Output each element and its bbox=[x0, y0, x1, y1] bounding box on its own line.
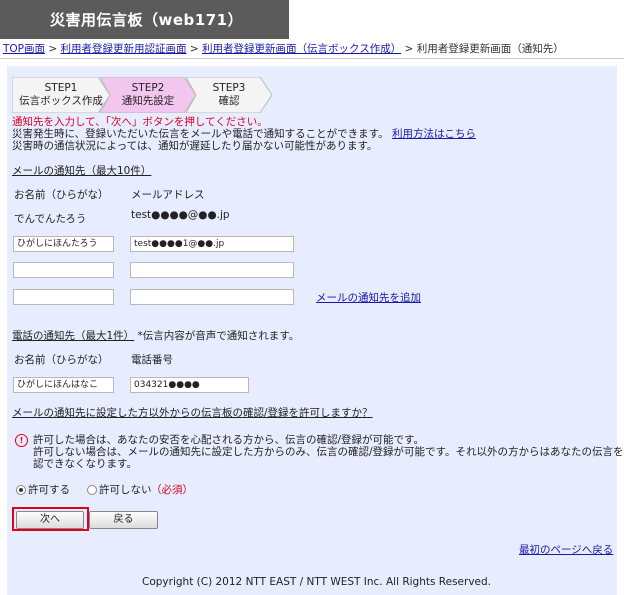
step-3-number: STEP3 bbox=[212, 82, 246, 94]
deny-radio[interactable] bbox=[87, 485, 97, 495]
breadcrumb-top-link[interactable]: TOP画面 bbox=[3, 43, 45, 55]
step-2-number: STEP2 bbox=[131, 82, 165, 94]
phone-name-column-header: お名前（ひらがな） bbox=[14, 354, 109, 366]
deny-radio-label[interactable]: 許可しない bbox=[99, 482, 152, 497]
app-header: 災害用伝言板（web171） bbox=[0, 0, 289, 39]
breadcrumb-separator: > bbox=[404, 43, 414, 55]
step-1: STEP1 伝言ボックス作成 bbox=[12, 77, 110, 113]
breadcrumb-separator: > bbox=[189, 43, 199, 55]
mail-example-address: test●●●●@●●.jp bbox=[131, 209, 230, 221]
required-mark: （必須） bbox=[151, 484, 193, 496]
step-3-label: 確認 bbox=[218, 95, 240, 107]
permission-info-3: 認できなくなります。 bbox=[33, 458, 137, 470]
step-1-label: 伝言ボックス作成 bbox=[19, 95, 103, 107]
mail-name-input-2[interactable] bbox=[13, 262, 114, 278]
breadcrumb-auth-link[interactable]: 利用者登録更新用認証画面 bbox=[61, 43, 187, 55]
phone-section-note: *伝言内容が音声で通知されます。 bbox=[137, 330, 300, 342]
step-3: STEP3 確認 bbox=[186, 77, 272, 113]
phone-section-title: 電話の通知先（最大1件） bbox=[12, 330, 135, 342]
step-indicator: STEP1 伝言ボックス作成 STEP2 通知先設定 STEP3 確認 bbox=[12, 77, 272, 113]
header-divider bbox=[0, 58, 624, 59]
phone-number-input[interactable]: 034321●●●● bbox=[130, 377, 249, 393]
permission-question: メールの通知先に設定した方以外からの伝言板の確認/登録を許可しますか？ bbox=[12, 407, 373, 419]
back-button[interactable]: 戻る bbox=[89, 511, 158, 529]
phone-name-input[interactable]: ひがしにほんはなこ bbox=[13, 377, 114, 393]
phone-section-header: 電話の通知先（最大1件） *伝言内容が音声で通知されます。 bbox=[12, 328, 299, 343]
mail-example-name: でんでんたろう bbox=[14, 213, 87, 225]
step-2-label: 通知先設定 bbox=[121, 95, 175, 107]
copyright-footer: Copyright (C) 2012 NTT EAST / NTT WEST I… bbox=[142, 576, 491, 588]
breadcrumb-current: 利用者登録更新画面（通知先） bbox=[416, 43, 564, 55]
allow-radio-label[interactable]: 許可する bbox=[28, 482, 70, 497]
mail-address-input-2[interactable] bbox=[130, 262, 294, 278]
step-2-active: STEP2 通知先設定 bbox=[100, 77, 196, 113]
mail-name-column-header: お名前（ひらがな） bbox=[14, 189, 109, 201]
step-1-number: STEP1 bbox=[44, 82, 78, 94]
usage-link[interactable]: 利用方法はこちら bbox=[392, 128, 476, 140]
allow-radio[interactable] bbox=[16, 485, 26, 495]
back-to-top-link[interactable]: 最初のページへ戻る bbox=[519, 542, 613, 557]
warning-icon: ! bbox=[15, 434, 28, 447]
app-title: 災害用伝言板（web171） bbox=[50, 11, 244, 29]
breadcrumb-separator: > bbox=[48, 43, 58, 55]
mail-address-input-3[interactable] bbox=[130, 289, 294, 305]
breadcrumb-box-link[interactable]: 利用者登録更新画面（伝言ボックス作成） bbox=[202, 43, 401, 55]
mail-address-column-header: メールアドレス bbox=[131, 189, 205, 201]
next-button[interactable]: 次へ bbox=[16, 511, 84, 529]
phone-number-column-header: 電話番号 bbox=[131, 354, 173, 366]
breadcrumb: TOP画面 > 利用者登録更新用認証画面 > 利用者登録更新画面（伝言ボックス作… bbox=[3, 41, 564, 56]
intro-line-2: 災害時の通信状況によっては、通知が遅延したり届かない可能性があります。 bbox=[12, 140, 378, 152]
mail-name-input-1[interactable]: ひがしにほんたろう bbox=[13, 236, 114, 252]
mail-name-input-3[interactable] bbox=[13, 289, 114, 305]
add-mail-recipient-link[interactable]: メールの通知先を追加 bbox=[316, 290, 421, 305]
mail-address-input-1[interactable]: test●●●●1@●●.jp bbox=[130, 236, 294, 252]
mail-section-title: メールの通知先（最大10件） bbox=[12, 165, 152, 177]
